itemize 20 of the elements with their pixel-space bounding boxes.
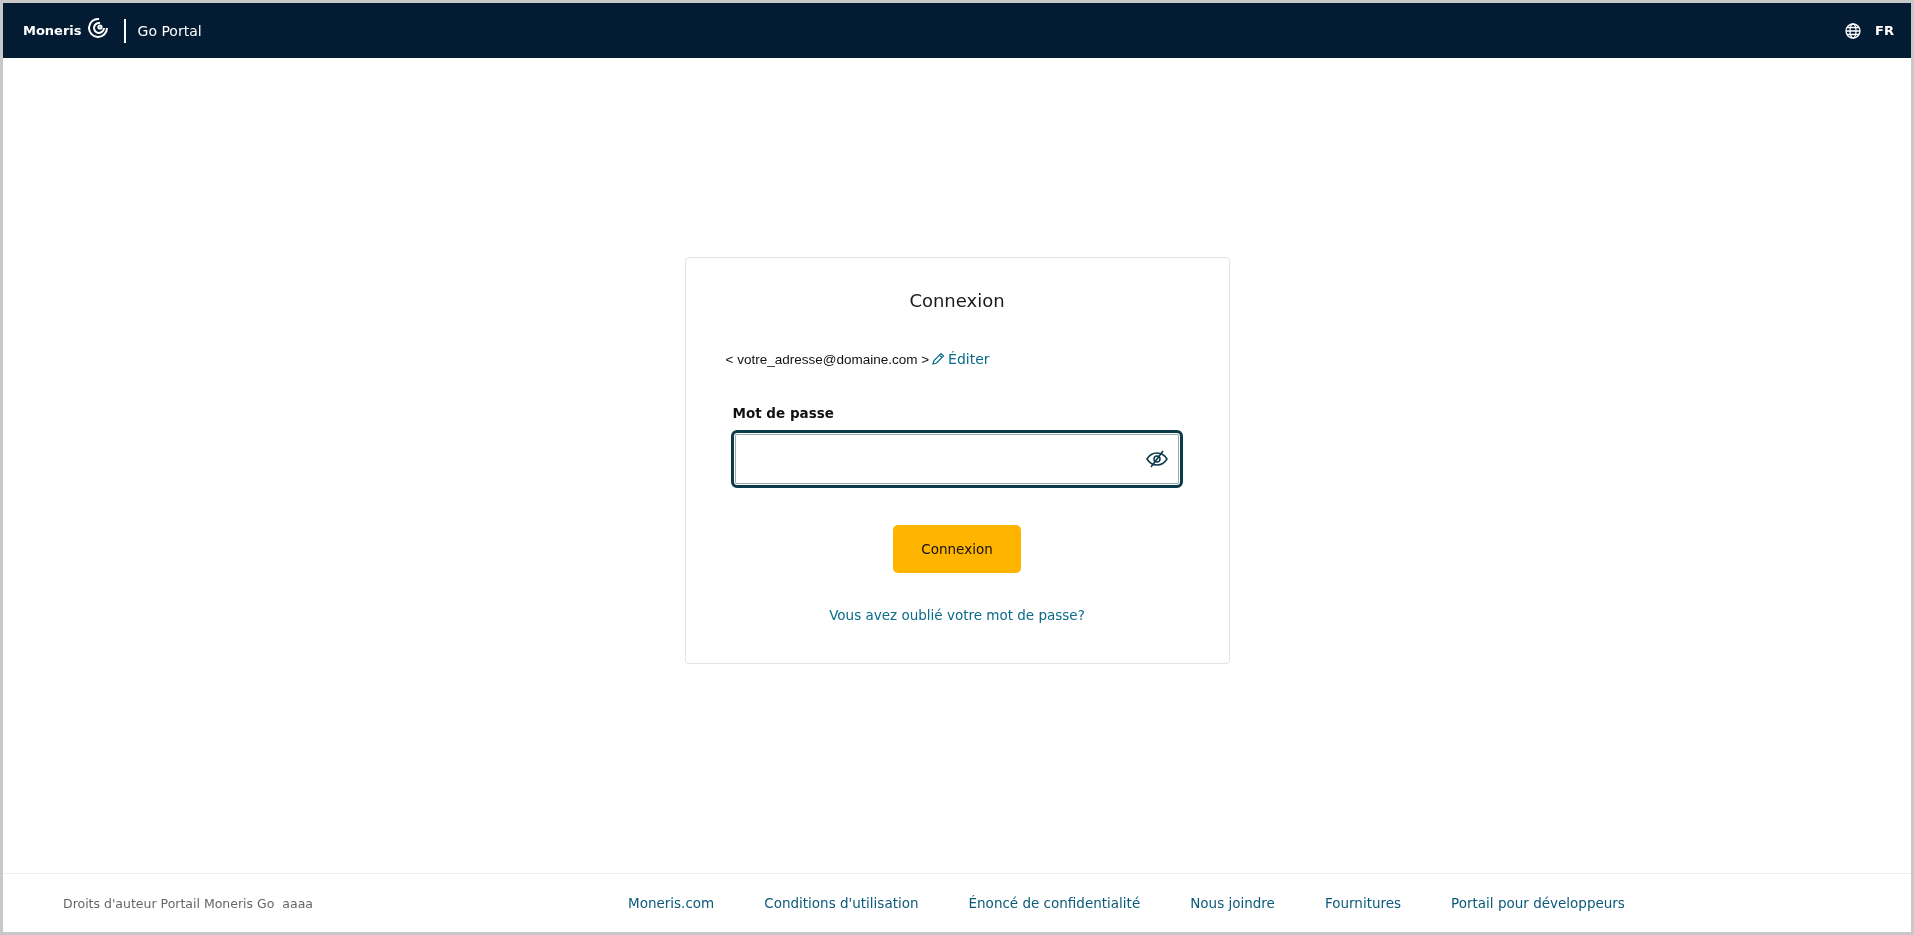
- logo-text: Moneris: [23, 23, 82, 38]
- password-field[interactable]: [731, 430, 1183, 488]
- eye-slash-icon[interactable]: [1146, 450, 1168, 468]
- email-address: < votre_adresse@domaine.com >: [725, 351, 930, 367]
- footer-link[interactable]: Nous joindre: [1190, 895, 1275, 911]
- forgot-password-link[interactable]: Vous avez oublié votre mot de passe?: [829, 607, 1085, 623]
- product-name: Go Portal: [137, 22, 202, 39]
- footer-link[interactable]: Fournitures: [1324, 895, 1402, 911]
- pencil-icon[interactable]: [931, 352, 946, 366]
- footer-link[interactable]: Conditions d'utilisation: [764, 895, 919, 911]
- copyright-text: Droits d'auteur Portail Moneris Go aaaa: [63, 895, 314, 911]
- card-title: Connexion: [909, 290, 1005, 311]
- language-toggle[interactable]: FR: [1875, 23, 1894, 38]
- footer-link[interactable]: Moneris.com: [628, 895, 715, 911]
- field-label: Mot de passe: [732, 405, 834, 421]
- footer-link[interactable]: Portail pour développeurs: [1451, 895, 1625, 911]
- login-button[interactable]: Connexion: [893, 525, 1021, 573]
- globe-icon[interactable]: [1845, 22, 1862, 39]
- edit-link[interactable]: Éditer: [931, 351, 990, 367]
- footer-link[interactable]: Énoncé de confidentialité: [968, 895, 1141, 911]
